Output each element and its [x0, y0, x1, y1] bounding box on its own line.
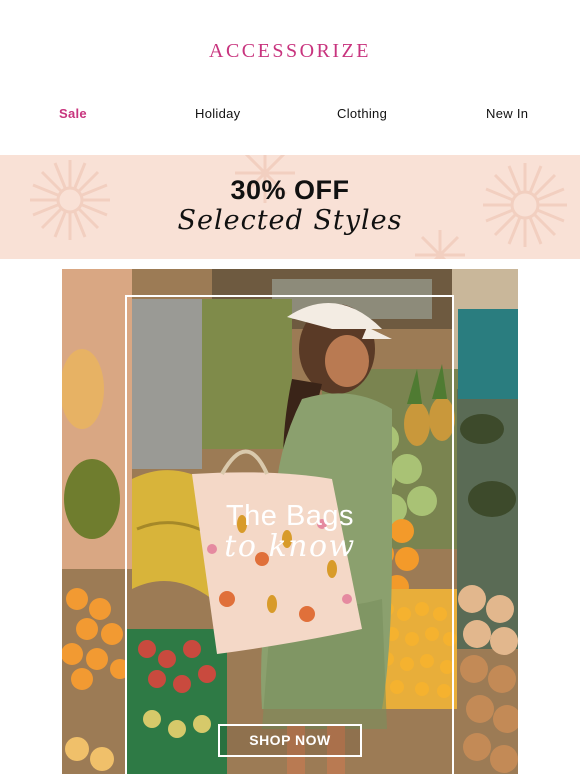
top-nav: Sale Holiday Clothing New In [0, 106, 580, 126]
nav-item-new-in[interactable]: New In [486, 106, 528, 121]
nav-item-holiday[interactable]: Holiday [195, 106, 240, 121]
promo-banner[interactable]: 30% OFF Selected Styles [0, 155, 580, 259]
hero-subtitle: to know [224, 529, 356, 564]
shop-now-button[interactable]: SHOP NOW [218, 724, 362, 757]
nav-item-clothing[interactable]: Clothing [337, 106, 387, 121]
hero-banner[interactable]: The Bags to know SHOP NOW [62, 269, 518, 774]
nav-item-sale[interactable]: Sale [59, 106, 87, 121]
promo-subline: Selected Styles [177, 205, 403, 236]
promo-headline: 30% OFF [230, 175, 350, 205]
brand-logo[interactable]: ACCESSORIZE [0, 40, 580, 63]
